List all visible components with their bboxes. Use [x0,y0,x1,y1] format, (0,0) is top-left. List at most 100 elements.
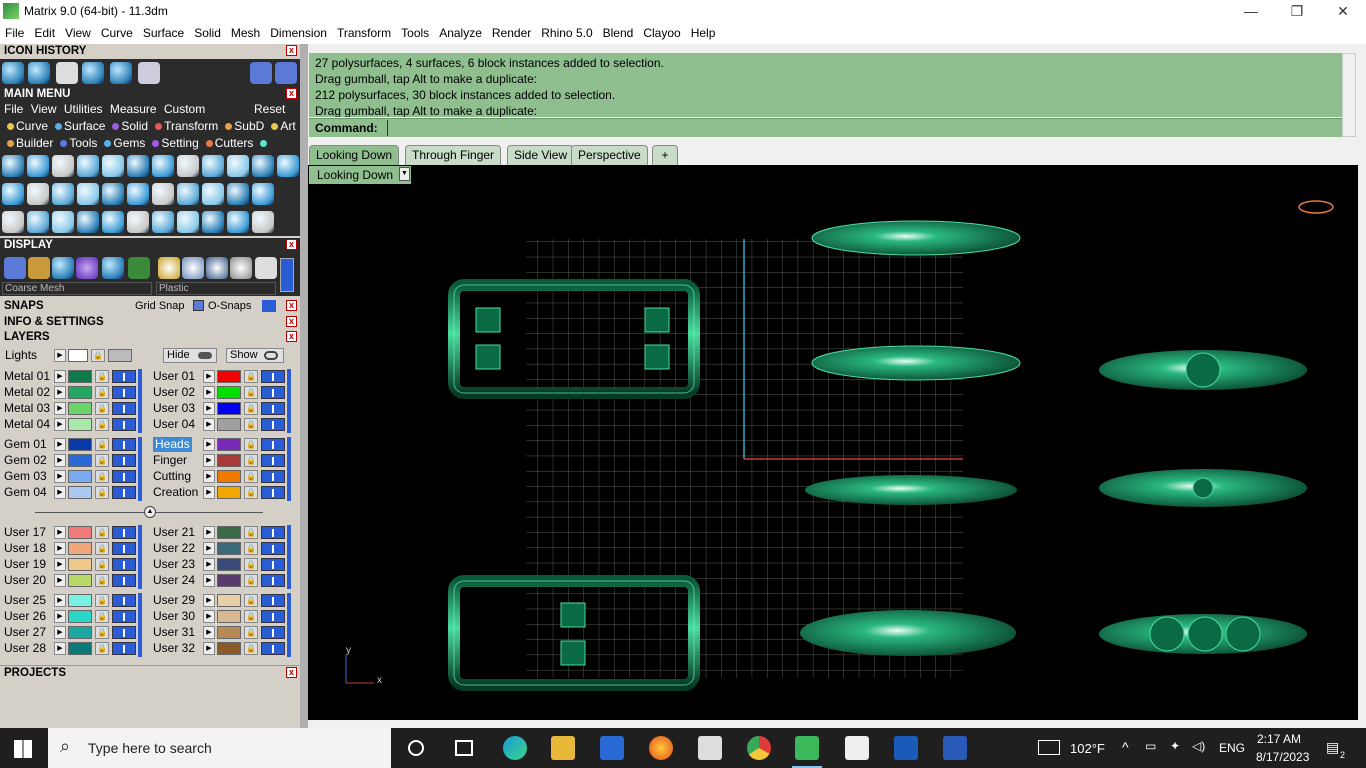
layer-visibility-toggle[interactable] [261,558,285,571]
lights-lock-icon[interactable]: 🔒 [91,349,105,362]
menu-blend[interactable]: Blend [598,23,639,43]
search-box[interactable]: ⌕ Type here to search [48,728,391,768]
layer-visibility-toggle[interactable] [261,454,285,467]
layer-visibility-toggle[interactable] [112,454,136,467]
link-tool-icon[interactable] [177,211,199,233]
close-icon[interactable]: x [286,316,297,327]
lock-icon[interactable]: 🔒 [95,438,109,451]
menu-file[interactable]: File [0,23,29,43]
lights-expand[interactable]: ▶ [54,349,66,362]
main-menu-category[interactable]: Setting [148,136,199,150]
lock-icon[interactable]: 🔒 [244,386,258,399]
menu-render[interactable]: Render [487,23,536,43]
projects-header[interactable]: PROJECTS x [0,665,300,679]
icon-history-header[interactable]: ICON HISTORY x [0,44,300,58]
language-indicator[interactable]: ENG [1219,741,1245,755]
plate-tool-icon[interactable] [102,183,124,205]
layer-expand-arrow[interactable]: ▶ [203,386,215,399]
lock-icon[interactable]: 🔒 [244,594,258,607]
layer-expand-arrow[interactable]: ▶ [203,558,215,571]
layer-color-swatch[interactable] [68,542,92,555]
minimize-button[interactable]: — [1228,0,1274,23]
layer-visibility-toggle[interactable] [261,642,285,655]
layer-visibility-toggle[interactable] [112,438,136,451]
task-view-icon[interactable] [455,740,473,756]
screen-tool-icon[interactable] [227,155,249,177]
close-icon[interactable]: x [286,88,297,99]
gold-sphere-icon[interactable] [158,257,180,279]
lock-icon[interactable]: 🔒 [244,642,258,655]
lock-icon[interactable]: 🔒 [95,626,109,639]
layer-visibility-toggle[interactable] [112,542,136,555]
command-scrollbar[interactable] [1342,53,1356,137]
command-input[interactable] [387,120,1337,136]
rendered-sphere-icon[interactable] [76,257,98,279]
hook-tool-icon[interactable] [52,211,74,233]
layer-color-swatch[interactable] [68,454,92,467]
layer-visibility-toggle[interactable] [261,438,285,451]
grid-icon[interactable] [4,257,26,279]
cortana-icon[interactable] [408,740,424,756]
lock-icon[interactable]: 🔒 [95,402,109,415]
cube-tool-icon[interactable] [252,155,274,177]
layer-visibility-toggle[interactable] [261,526,285,539]
panel-splitter[interactable] [300,44,308,728]
cluster-tool-icon[interactable] [2,211,24,233]
lock-icon[interactable]: 🔒 [95,370,109,383]
layout-tool-icon[interactable] [77,183,99,205]
lock-icon[interactable]: 🔒 [95,542,109,555]
main-menu-category[interactable]: Transform [151,119,218,133]
pen-tool-icon[interactable] [227,183,249,205]
mm-custom[interactable]: Custom [164,102,205,116]
collapse-icon[interactable]: ▲ [144,506,156,518]
chrome-sphere-icon[interactable] [230,257,252,279]
weather-temp[interactable]: 102°F [1070,741,1105,756]
scissors-tool-icon[interactable] [227,211,249,233]
close-icon[interactable]: x [286,300,297,311]
layer-color-swatch[interactable] [68,418,92,431]
dark-sphere-icon[interactable] [206,257,228,279]
layer-visibility-toggle[interactable] [261,610,285,623]
info-settings-header[interactable]: INFO & SETTINGS x [0,315,300,329]
gumball-display-icon[interactable] [28,257,50,279]
viewport-name-dropdown[interactable]: Looking Down [309,166,411,184]
cone-tool-icon[interactable] [102,155,124,177]
layer-expand-arrow[interactable]: ▶ [54,470,66,483]
menu-curve[interactable]: Curve [96,23,138,43]
environment-icon[interactable] [255,257,277,279]
layer-expand-arrow[interactable]: ▶ [54,574,66,587]
lock-icon[interactable]: 🔒 [95,594,109,607]
arc-tool-icon[interactable] [27,211,49,233]
layer-color-swatch[interactable] [68,438,92,451]
layer-visibility-toggle[interactable] [261,486,285,499]
layers-header[interactable]: LAYERS x [0,330,300,344]
layer-visibility-toggle[interactable] [112,418,136,431]
store-icon[interactable] [600,736,624,760]
main-menu-category[interactable]: Builder [3,136,53,150]
layer-visibility-toggle[interactable] [261,574,285,587]
mesh-tool-icon[interactable] [152,183,174,205]
edge-icon[interactable] [503,736,527,760]
lights-visibility[interactable] [108,349,132,362]
layer-color-swatch[interactable] [217,438,241,451]
silver-sphere-icon[interactable] [182,257,204,279]
layer-visibility-toggle[interactable] [112,558,136,571]
layer-color-swatch[interactable] [68,558,92,571]
lock-icon[interactable]: 🔒 [244,418,258,431]
mm-utilities[interactable]: Utilities [64,102,103,116]
gallery-tool-icon[interactable] [27,183,49,205]
layer-expand-arrow[interactable]: ▶ [203,470,215,483]
mesh-quality-select[interactable]: Coarse Mesh [2,282,152,295]
layer-visibility-toggle[interactable] [112,610,136,623]
lock-icon[interactable]: 🔒 [244,370,258,383]
layer-expand-arrow[interactable]: ▶ [203,438,215,451]
clock-time[interactable]: 2:17 AM [1257,732,1301,746]
lock-icon[interactable]: 🔒 [244,626,258,639]
menu-rhino5[interactable]: Rhino 5.0 [536,23,597,43]
sun-tool-icon[interactable] [52,155,74,177]
layer-expand-arrow[interactable]: ▶ [54,558,66,571]
layer-color-swatch[interactable] [68,610,92,623]
layer-visibility-toggle[interactable] [112,626,136,639]
layer-expand-arrow[interactable]: ▶ [54,594,66,607]
lock-icon[interactable]: 🔒 [244,526,258,539]
